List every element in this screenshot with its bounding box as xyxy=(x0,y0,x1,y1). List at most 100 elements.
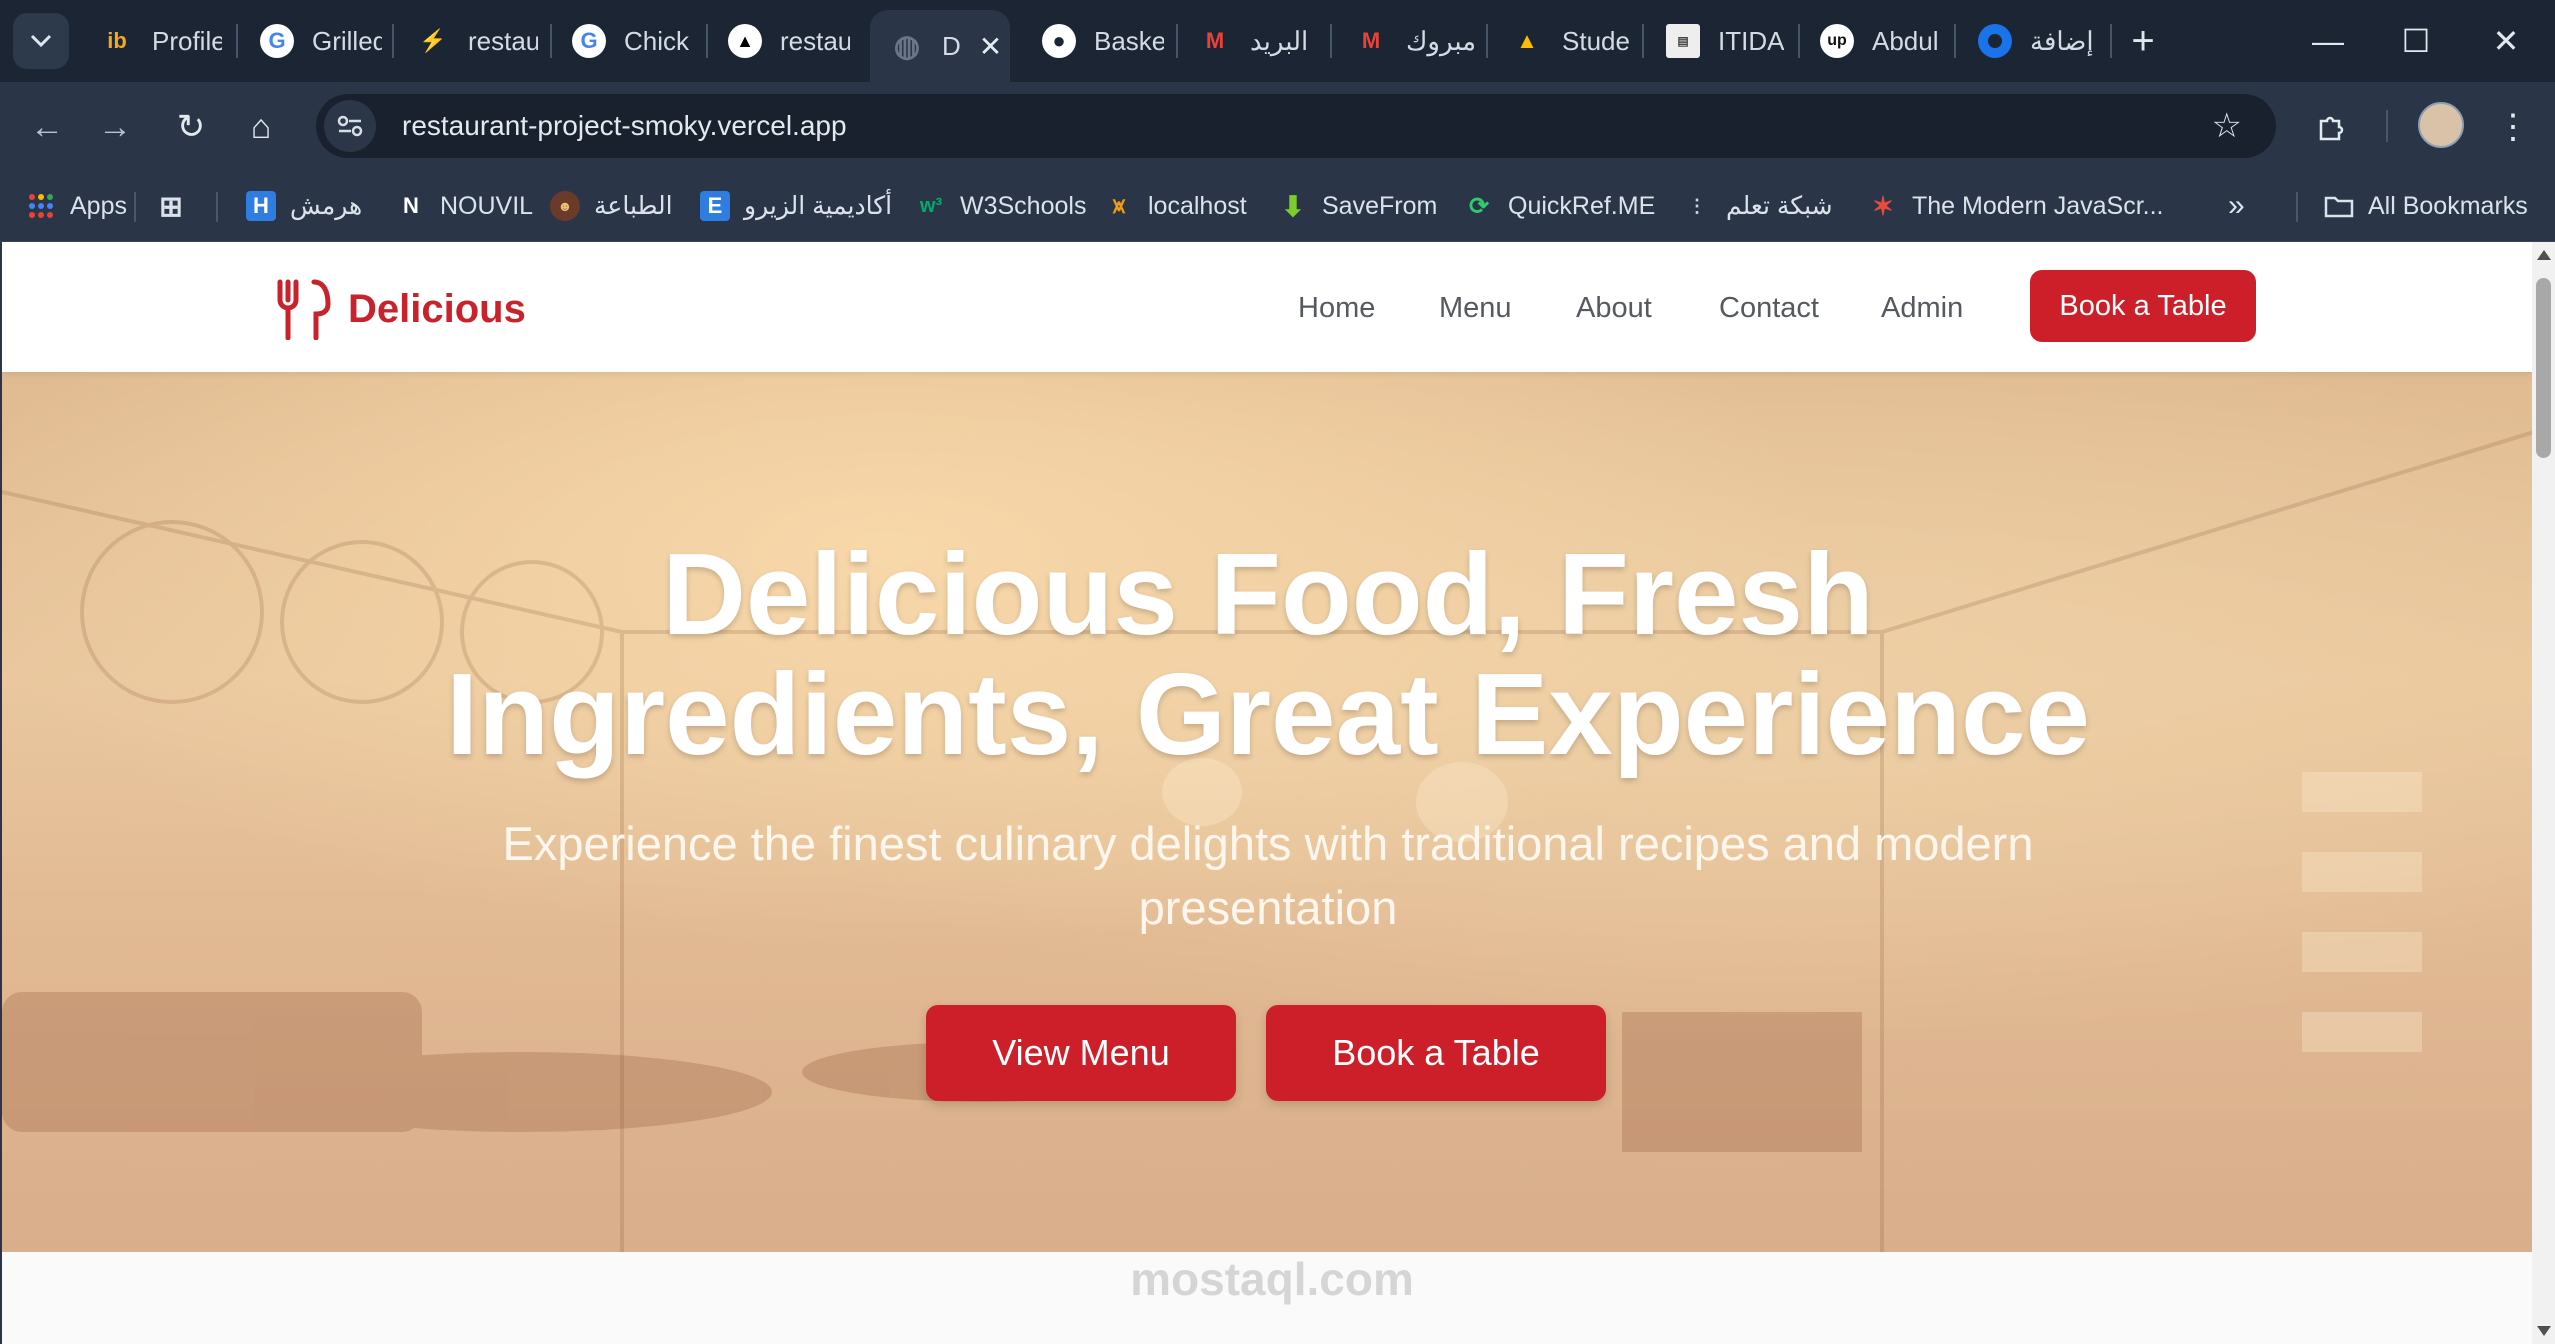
grid-icon: ⊞ xyxy=(159,190,183,222)
hero-title-line-1: Delicious Food, Fresh xyxy=(662,529,1874,659)
forward-arrow-icon[interactable]: → xyxy=(90,102,140,152)
bookmark-grid[interactable]: ⊞ xyxy=(156,184,186,228)
bookmark-localhost[interactable]: ⩙ localhost xyxy=(1104,184,1247,228)
reload-icon[interactable]: ↻ xyxy=(166,102,216,152)
drive-icon: ▲ xyxy=(1516,28,1538,53)
tab-chick[interactable]: G Chick xyxy=(552,10,702,72)
w3-icon: w³ xyxy=(919,194,943,217)
triangle-icon: ▲ xyxy=(728,24,762,58)
nav-contact[interactable]: Contact xyxy=(1719,292,1819,325)
apps-icon xyxy=(26,191,56,221)
globe-icon: ◍ xyxy=(893,29,921,63)
bookmark-savefrom[interactable]: ⬇ SaveFrom xyxy=(1278,184,1437,228)
nav-home[interactable]: Home xyxy=(1298,292,1375,325)
site-header: Delicious Home Menu About Contact Admin … xyxy=(2,242,2532,372)
bookmark-divider xyxy=(2296,192,2298,222)
bookmark-w3schools[interactable]: w³ W3Schools xyxy=(916,184,1087,228)
tab-itida[interactable]: ▤ ITIDA xyxy=(1646,10,1806,72)
profile-avatar[interactable] xyxy=(2418,102,2464,148)
hero-title-line-2: Ingredients, Great Experience xyxy=(446,649,2090,779)
tab-restaurant[interactable]: ⚡ restaurant xyxy=(396,10,546,72)
tab-divider xyxy=(1330,24,1332,58)
tab-mail-1[interactable]: M البريد xyxy=(1178,10,1328,72)
n-icon: N xyxy=(403,193,419,218)
tab-divider xyxy=(236,24,238,58)
bookmark-modern-js[interactable]: ✶ The Modern JavaScr... xyxy=(1868,184,2163,228)
nav-menu[interactable]: Menu xyxy=(1439,292,1512,325)
upwork-icon: up xyxy=(1820,24,1854,58)
nav-about[interactable]: About xyxy=(1576,292,1652,325)
tab-profile[interactable]: ib Profile xyxy=(80,10,230,72)
site-info-icon[interactable] xyxy=(324,100,376,152)
minimize-button[interactable]: — xyxy=(2305,18,2351,64)
site-logo[interactable]: Delicious xyxy=(274,278,526,340)
circle-icon xyxy=(1978,24,2012,58)
google-icon: G xyxy=(260,24,294,58)
tab-restau[interactable]: ▲ restau xyxy=(708,10,858,72)
watermark: mostaql.com xyxy=(1130,1253,1414,1305)
bookmark-printing[interactable]: ☻ الطباعة xyxy=(550,184,673,228)
bookmark-apps[interactable]: Apps xyxy=(26,184,127,228)
maximize-button[interactable]: ☐ xyxy=(2393,18,2439,64)
quickref-icon: ⟳ xyxy=(1468,192,1490,220)
localhost-icon: ⩙ xyxy=(1112,193,1126,218)
close-window-button[interactable]: ✕ xyxy=(2483,18,2529,64)
browser-toolbar: ← → ↻ ⌂ restaurant-project-smoky.vercel.… xyxy=(0,82,2555,170)
bookmark-star-icon[interactable]: ☆ xyxy=(2212,106,2242,146)
bookmark-divider xyxy=(216,192,218,222)
avatar-icon: ☻ xyxy=(550,191,580,221)
network-icon: ⋮ xyxy=(1688,195,1706,216)
scrollbar-thumb[interactable] xyxy=(2536,278,2551,458)
book-table-hero-button[interactable]: Book a Table xyxy=(1266,1005,1606,1101)
tab-search-button[interactable] xyxy=(13,13,69,69)
bookmark-learn-network[interactable]: ⋮ شبكة تعلم xyxy=(1682,184,1833,228)
home-icon[interactable]: ⌂ xyxy=(236,102,286,152)
bookmark-zero-academy[interactable]: E أكاديمية الزيرو xyxy=(700,184,892,228)
gmail-icon: M xyxy=(1361,28,1381,53)
more-bookmarks-button[interactable]: » xyxy=(2228,184,2245,228)
nav-admin[interactable]: Admin xyxy=(1881,292,1963,325)
bookmark-harmash[interactable]: H هرمش xyxy=(246,184,362,228)
page-scrollbar[interactable] xyxy=(2532,242,2555,1344)
hero-section: Delicious Food, Fresh Ingredients, Great… xyxy=(2,372,2532,1252)
ib-icon: ib xyxy=(107,28,127,53)
h-icon: H xyxy=(246,191,276,221)
gmail-icon: M xyxy=(1205,28,1225,53)
chevron-down-icon xyxy=(30,34,52,48)
tab-mail-2[interactable]: M مبروك xyxy=(1334,10,1484,72)
browser-tab-bar: ib Profile G Grilled ⚡ restaurant G Chic… xyxy=(0,0,2555,82)
download-icon: ⬇ xyxy=(1281,190,1305,222)
back-arrow-icon[interactable]: ← xyxy=(22,102,72,152)
google-icon: G xyxy=(572,24,606,58)
view-menu-button[interactable]: View Menu xyxy=(926,1005,1236,1101)
close-tab-icon[interactable]: ✕ xyxy=(979,30,1002,63)
github-icon: ● xyxy=(1042,24,1076,58)
scroll-down-arrow-icon[interactable] xyxy=(2537,1326,2551,1336)
tab-stude[interactable]: ▲ Stude xyxy=(1490,10,1640,72)
bolt-icon: ⚡ xyxy=(419,28,447,53)
hero-subtitle: Experience the finest culinary delights … xyxy=(502,817,2034,934)
new-tab-button[interactable]: + xyxy=(2120,18,2166,64)
extensions-icon[interactable] xyxy=(2306,102,2356,152)
brand-name: Delicious xyxy=(348,286,526,331)
book-table-nav-button[interactable]: Book a Table xyxy=(2030,270,2256,342)
tab-idafa[interactable]: إضافة xyxy=(1958,10,2108,72)
tab-baske[interactable]: ● Baske xyxy=(1022,10,1182,72)
tab-divider xyxy=(1954,24,1956,58)
bookmark-quickref[interactable]: ⟳ QuickRef.ME xyxy=(1464,184,1655,228)
scroll-up-arrow-icon[interactable] xyxy=(2537,250,2551,260)
e-icon: E xyxy=(700,191,730,221)
js-icon: ✶ xyxy=(1872,190,1894,221)
more-menu-icon[interactable]: ⋮ xyxy=(2488,102,2538,152)
bookmark-nouvil[interactable]: N NOUVIL xyxy=(396,184,533,228)
tab-divider xyxy=(392,24,394,58)
bookmarks-bar: Apps ⊞ H هرمش N NOUVIL ☻ الطباعة E أكادي… xyxy=(0,170,2555,242)
tab-abdul[interactable]: up Abdul xyxy=(1800,10,1950,72)
tab-divider xyxy=(2110,24,2112,58)
folder-icon xyxy=(2324,191,2354,221)
tab-grilled[interactable]: G Grilled xyxy=(240,10,390,72)
all-bookmarks-button[interactable]: All Bookmarks xyxy=(2324,184,2528,228)
address-bar[interactable]: restaurant-project-smoky.vercel.app ☆ xyxy=(316,94,2276,158)
url-text: restaurant-project-smoky.vercel.app xyxy=(402,110,847,141)
tab-active[interactable]: ◍ D ✕ xyxy=(870,10,1010,82)
